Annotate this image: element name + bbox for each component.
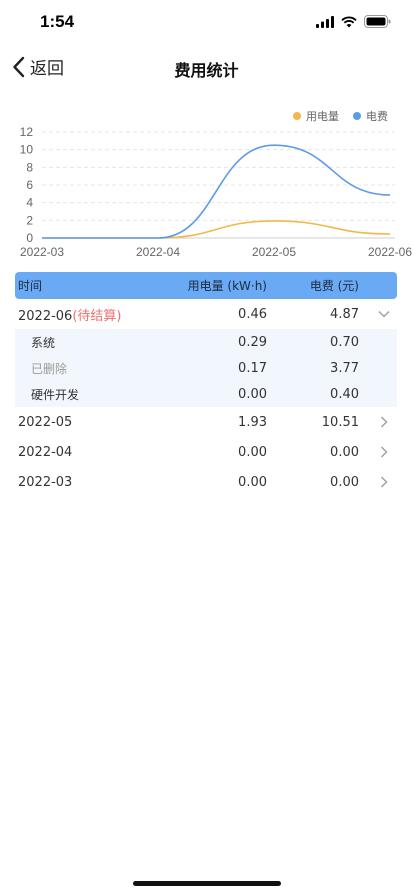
row-month: 2022-06(待结算) bbox=[18, 305, 121, 324]
sub-row-fee: 3.77 bbox=[330, 360, 359, 376]
page-title: 费用统计 bbox=[174, 61, 239, 80]
line-chart: 0 2 4 6 8 10 12 2022-03 2022-04 2022-05 2022-06 bbox=[20, 125, 413, 259]
month-text: 2022-06 bbox=[18, 308, 73, 324]
sub-row-fee: 0.70 bbox=[330, 334, 359, 350]
sub-row-label: 已删除 bbox=[31, 361, 68, 376]
chevron-right-icon[interactable] bbox=[377, 415, 391, 429]
sub-row-label: 系统 bbox=[31, 335, 56, 350]
row-month: 2022-03 bbox=[18, 474, 73, 490]
x-tick-label: 2022-06 bbox=[368, 245, 412, 259]
row-month: 2022-05 bbox=[18, 414, 73, 430]
row-fee: 10.51 bbox=[321, 414, 359, 430]
y-tick-label: 0 bbox=[26, 231, 33, 245]
x-tick-label: 2022-05 bbox=[252, 245, 296, 259]
sub-row: 已删除 0.17 3.77 bbox=[15, 355, 397, 381]
y-tick-label: 8 bbox=[26, 160, 33, 174]
row-energy: 0.00 bbox=[238, 474, 267, 490]
sub-row-energy: 0.29 bbox=[238, 334, 267, 350]
status-bar: 1:54 bbox=[0, 0, 413, 44]
y-tick-label: 6 bbox=[26, 178, 33, 192]
table-row[interactable]: 2022-05 1.93 10.51 bbox=[15, 407, 397, 437]
series-line bbox=[42, 144, 391, 239]
row-energy: 0.46 bbox=[238, 306, 267, 322]
row-fee: 4.87 bbox=[330, 306, 359, 322]
status-icons bbox=[316, 15, 391, 28]
row-month: 2022-04 bbox=[18, 444, 73, 460]
pending-tag: (待结算) bbox=[72, 308, 122, 324]
sub-row-energy: 0.00 bbox=[238, 386, 267, 402]
battery-icon bbox=[364, 15, 391, 28]
header-time: 时间 bbox=[18, 279, 43, 293]
chevron-down-icon[interactable] bbox=[377, 307, 391, 321]
row-fee: 0.00 bbox=[330, 474, 359, 490]
signal-icon bbox=[316, 15, 334, 28]
pending-breakdown: 系统 0.29 0.70 已删除 0.17 3.77 硬件开发 0.00 0.4… bbox=[15, 329, 397, 407]
header-energy: 用电量 (kW·h) bbox=[187, 279, 267, 293]
fee-chart: 0 2 4 6 8 10 12 2022-03 2022-04 2022-05 2022-06 bbox=[0, 100, 413, 270]
series-line bbox=[42, 220, 391, 239]
y-tick-label: 2 bbox=[26, 213, 33, 227]
row-energy: 1.93 bbox=[238, 414, 267, 430]
chevron-right-icon[interactable] bbox=[377, 475, 391, 489]
fee-table: 时间 用电量 (kW·h) 电费 (元) 2022-06(待结算) 0.46 4… bbox=[15, 272, 397, 497]
table-row-pending[interactable]: 2022-06(待结算) 0.46 4.87 bbox=[15, 299, 397, 329]
x-tick-label: 2022-03 bbox=[20, 245, 64, 259]
status-time: 1:54 bbox=[40, 12, 75, 31]
sub-row: 硬件开发 0.00 0.40 bbox=[15, 381, 397, 407]
sub-row-energy: 0.17 bbox=[238, 360, 267, 376]
row-fee: 0.00 bbox=[330, 444, 359, 460]
y-tick-label: 12 bbox=[20, 125, 34, 139]
table-row[interactable]: 2022-04 0.00 0.00 bbox=[15, 437, 397, 467]
y-tick-label: 4 bbox=[26, 196, 33, 210]
nav-bar: 返回 费用统计 bbox=[0, 48, 413, 88]
y-tick-label: 10 bbox=[20, 143, 34, 157]
header-fee: 电费 (元) bbox=[309, 279, 359, 293]
sub-row-label: 硬件开发 bbox=[31, 387, 80, 402]
chevron-right-icon[interactable] bbox=[377, 445, 391, 459]
table-row[interactable]: 2022-03 0.00 0.00 bbox=[15, 467, 397, 497]
sub-row: 系统 0.29 0.70 bbox=[15, 329, 397, 355]
table-header: 时间 用电量 (kW·h) 电费 (元) bbox=[15, 272, 397, 299]
wifi-icon bbox=[341, 16, 357, 27]
sub-row-fee: 0.40 bbox=[330, 386, 359, 402]
row-energy: 0.00 bbox=[238, 444, 267, 460]
home-indicator bbox=[133, 881, 281, 886]
x-tick-label: 2022-04 bbox=[136, 245, 180, 259]
